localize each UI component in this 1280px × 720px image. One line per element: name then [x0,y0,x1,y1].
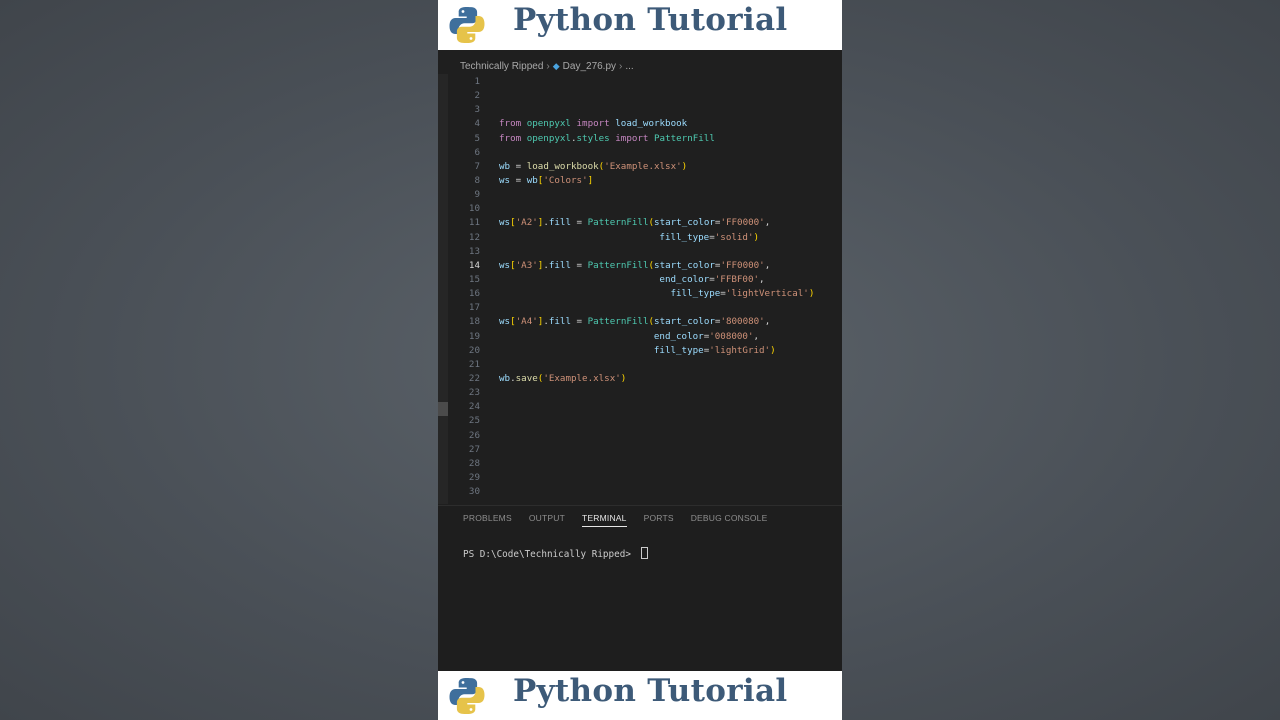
line-number: 9 [474,189,480,201]
code-line[interactable]: 29 [438,471,842,485]
line-number: 16 [468,288,480,300]
code-line[interactable]: 8 ws = wb['Colors'] [438,174,842,188]
code-text: ws['A2'].fill = PatternFill(start_color=… [499,217,771,229]
python-logo-icon [449,7,485,43]
line-number: 30 [468,486,480,498]
line-number: 18 [468,316,480,328]
line-number: 1 [474,76,480,87]
line-number: 4 [474,118,480,130]
breadcrumb: Technically Ripped › ◆ Day_276.py ›... [460,61,634,72]
code-text: end_color='008000', [653,330,760,342]
code-line[interactable]: 5 from openpyxl.styles import PatternFill [438,132,842,146]
line-number: 17 [468,302,480,314]
breadcrumb-trail[interactable]: ... [625,61,633,72]
code-line[interactable]: 13 [438,245,842,259]
code-line[interactable]: 19 end_color='008000', [438,330,842,344]
code-line[interactable]: 24 [438,400,842,414]
code-line[interactable]: 11 ws['A2'].fill = PatternFill(start_colo… [438,216,842,230]
line-number: 27 [468,443,480,455]
line-number: 23 [468,387,480,399]
code-area[interactable]: 1 2 3 4 from openpyxl import load_workbook 5 f… [438,75,842,499]
code-line[interactable]: 9 [438,188,842,202]
line-number: 21 [468,358,480,370]
line-number: 26 [468,429,480,441]
banner-title: Python Tutorial [513,673,788,709]
banner-title: Python Tutorial [513,2,788,38]
code-text: from openpyxl import load_workbook [499,118,688,130]
terminal-prompt[interactable]: PS D:\Code\Technically Ripped> [463,547,648,560]
terminal-prompt-text: PS D:\Code\Technically Ripped> [463,549,637,560]
line-number: 5 [474,132,480,144]
tab-problems[interactable]: PROBLEMS [463,513,512,527]
line-number: 7 [474,160,480,172]
line-number: 19 [468,330,480,342]
line-number: 12 [468,231,480,243]
code-text: end_color='FFBF00', [659,273,765,285]
line-number: 24 [468,401,480,413]
python-file-icon: ◆ [552,61,560,71]
line-number: 6 [474,146,480,158]
chevron-right-icon: › [546,61,550,72]
python-logo-icon [449,678,485,714]
code-text: ws = wb['Colors'] [499,174,594,186]
code-line[interactable]: 21 [438,358,842,372]
line-number: 20 [468,344,480,356]
code-text: from openpyxl.styles import PatternFill [499,132,715,144]
code-line[interactable]: 17 [438,301,842,315]
breadcrumb-folder[interactable]: Technically Ripped [460,61,543,72]
code-line[interactable]: 30 [438,485,842,499]
code-text: fill_type='lightGrid') [653,344,776,356]
terminal-panel[interactable]: PROBLEMS OUTPUT TERMINAL PORTS DEBUG CONSOLE… [438,505,842,672]
line-number: 8 [474,174,480,186]
code-text: fill_type='lightVertical') [670,288,815,300]
line-number: 15 [468,273,480,285]
top-banner: Python Tutorial [438,0,842,50]
code-line[interactable]: 28 [438,457,842,471]
chevron-right-icon: › [619,61,623,72]
code-line[interactable]: 7 wb = load_workbook('Example.xlsx') [438,160,842,174]
code-line[interactable]: 3 [438,103,842,117]
tab-ports[interactable]: PORTS [644,513,674,527]
tab-debug-console[interactable]: DEBUG CONSOLE [691,513,768,527]
code-line[interactable]: 6 [438,146,842,160]
line-number: 13 [468,245,480,257]
code-line[interactable]: 25 [438,414,842,428]
code-text: ws['A3'].fill = PatternFill(start_color=… [499,259,771,271]
code-line[interactable]: 10 [438,202,842,216]
tab-terminal[interactable]: TERMINAL [582,513,627,527]
code-line[interactable]: 22 wb.save('Example.xlsx') [438,372,842,386]
code-text: wb.save('Example.xlsx') [499,372,627,384]
line-number: 3 [474,104,480,116]
terminal-cursor [640,547,648,559]
code-line[interactable]: 20 fill_type='lightGrid') [438,344,842,358]
line-number: 25 [468,415,480,427]
code-line[interactable]: 26 [438,429,842,443]
code-line[interactable]: 4 from openpyxl import load_workbook [438,117,842,131]
line-number: 14 [468,259,480,271]
code-line[interactable]: 1 [438,75,842,89]
video-frame: Python Tutorial Technically Ripped › ◆ Day_… [438,0,842,720]
line-number: 22 [468,372,480,384]
line-number: 10 [468,203,480,215]
breadcrumb-file[interactable]: Day_276.py [563,61,616,72]
code-line[interactable]: 14 ws['A3'].fill = PatternFill(start_colo… [438,259,842,273]
panel-tabs: PROBLEMS OUTPUT TERMINAL PORTS DEBUG CONSOLE [463,513,784,527]
code-text: fill_type='solid') [659,231,760,243]
code-line[interactable]: 15 end_color='FFBF00', [438,273,842,287]
line-number: 11 [468,217,480,229]
code-line[interactable]: 2 [438,89,842,103]
line-number: 2 [474,90,480,102]
code-line[interactable]: 27 [438,443,842,457]
code-line[interactable]: 23 [438,386,842,400]
code-text: ws['A4'].fill = PatternFill(start_color=… [499,316,771,328]
code-text: wb = load_workbook('Example.xlsx') [499,160,688,172]
code-line[interactable]: 18 ws['A4'].fill = PatternFill(start_colo… [438,315,842,329]
bottom-banner: Python Tutorial [438,671,842,720]
code-line[interactable]: 12 fill_type='solid') [438,231,842,245]
code-line[interactable]: 16 fill_type='lightVertical') [438,287,842,301]
code-editor[interactable]: Technically Ripped › ◆ Day_276.py ›... 1234f… [438,50,842,672]
tab-output[interactable]: OUTPUT [529,513,565,527]
line-number: 29 [468,471,480,483]
line-number: 28 [468,457,480,469]
